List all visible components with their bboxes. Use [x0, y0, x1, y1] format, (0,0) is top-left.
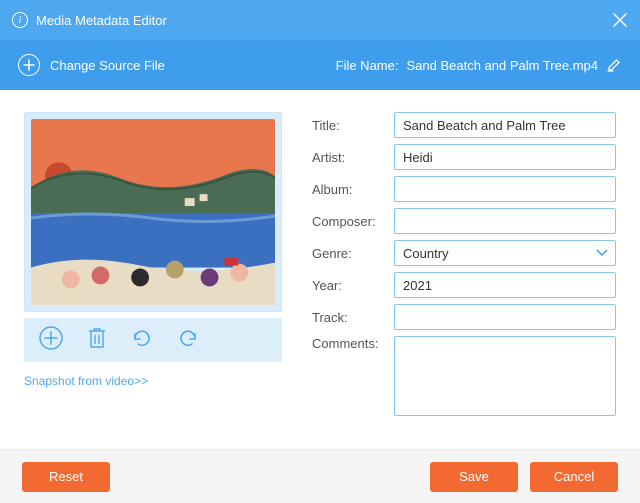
change-source-button[interactable]: Change Source File	[18, 54, 165, 76]
year-field[interactable]	[394, 272, 616, 298]
label-title: Title:	[312, 118, 394, 133]
label-track: Track:	[312, 310, 394, 325]
artist-field[interactable]	[394, 144, 616, 170]
cancel-button[interactable]: Cancel	[530, 462, 618, 492]
titlebar-left: i Media Metadata Editor	[12, 12, 167, 28]
genre-select[interactable]	[394, 240, 616, 266]
label-genre: Genre:	[312, 246, 394, 261]
undo-button[interactable]	[130, 326, 154, 355]
window-title: Media Metadata Editor	[36, 13, 167, 28]
footer: Reset Save Cancel	[0, 449, 640, 503]
label-album: Album:	[312, 182, 394, 197]
filename-group: File Name: Sand Beatch and Palm Tree.mp4	[336, 57, 622, 73]
label-artist: Artist:	[312, 150, 394, 165]
snapshot-link[interactable]: Snapshot from video>>	[24, 374, 282, 388]
album-field[interactable]	[394, 176, 616, 202]
titlebar: i Media Metadata Editor	[0, 0, 640, 40]
save-button[interactable]: Save	[430, 462, 518, 492]
thumbnail-toolbar	[24, 318, 282, 362]
track-field[interactable]	[394, 304, 616, 330]
media-metadata-window: i Media Metadata Editor Change Source Fi…	[0, 0, 640, 503]
label-composer: Composer:	[312, 214, 394, 229]
redo-button[interactable]	[176, 326, 200, 355]
close-icon[interactable]	[612, 12, 628, 28]
content: Snapshot from video>> Title: Artist: Alb…	[0, 90, 640, 449]
row-genre: Genre:	[312, 240, 616, 266]
filename-label: File Name:	[336, 58, 399, 73]
footer-right: Save Cancel	[430, 462, 618, 492]
add-thumbnail-button[interactable]	[38, 325, 64, 356]
filename-value: Sand Beatch and Palm Tree.mp4	[406, 58, 598, 73]
row-album: Album:	[312, 176, 616, 202]
label-comments: Comments:	[312, 336, 394, 351]
row-comments: Comments:	[312, 336, 616, 416]
composer-field[interactable]	[394, 208, 616, 234]
row-composer: Composer:	[312, 208, 616, 234]
subbar: Change Source File File Name: Sand Beatc…	[0, 40, 640, 90]
edit-icon[interactable]	[606, 57, 622, 73]
reset-button[interactable]: Reset	[22, 462, 110, 492]
delete-thumbnail-button[interactable]	[86, 326, 108, 355]
info-icon: i	[12, 12, 28, 28]
change-source-label: Change Source File	[50, 58, 165, 73]
row-track: Track:	[312, 304, 616, 330]
thumbnail-column: Snapshot from video>>	[24, 112, 282, 435]
label-year: Year:	[312, 278, 394, 293]
plus-icon	[18, 54, 40, 76]
row-artist: Artist:	[312, 144, 616, 170]
comments-field[interactable]	[394, 336, 616, 416]
metadata-form: Title: Artist: Album: Composer: Genre:	[312, 112, 616, 435]
row-title: Title:	[312, 112, 616, 138]
title-field[interactable]	[394, 112, 616, 138]
thumbnail-frame	[24, 112, 282, 312]
thumbnail-image	[31, 119, 275, 305]
row-year: Year:	[312, 272, 616, 298]
